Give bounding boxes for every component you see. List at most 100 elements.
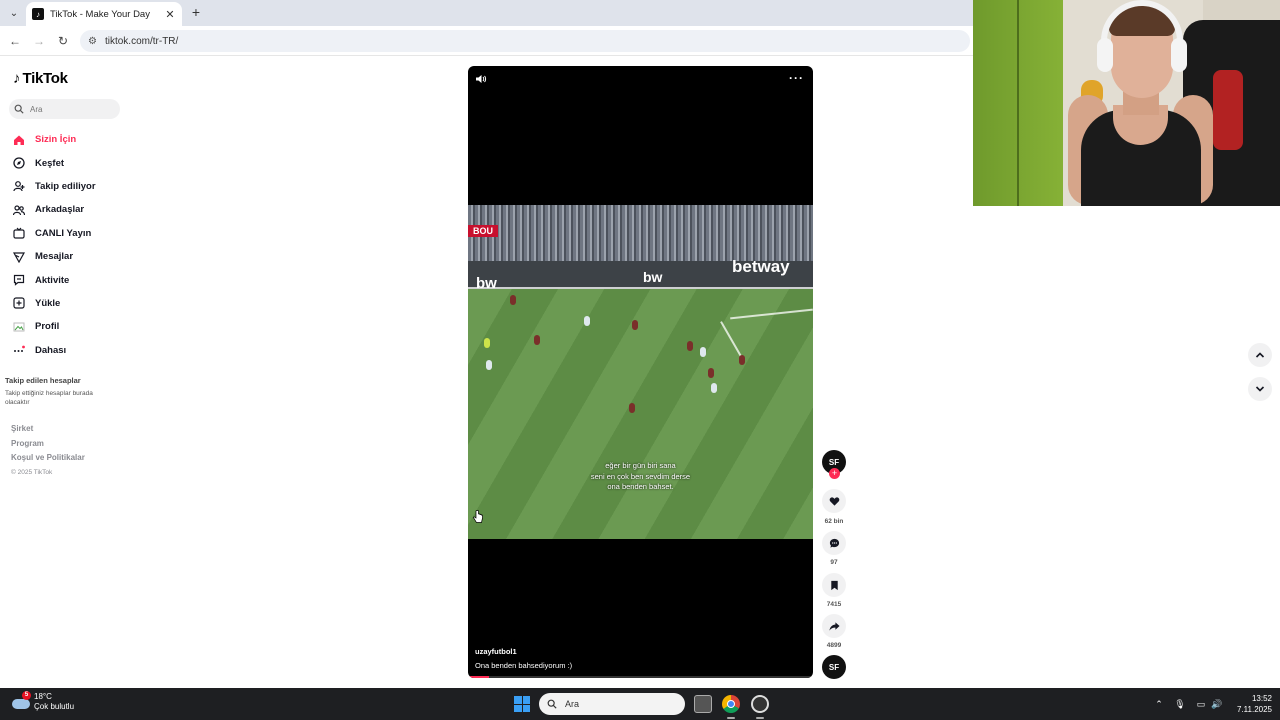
sidebar-item-label: Dahası (35, 344, 67, 356)
speaker-icon[interactable]: 🔊 (1211, 698, 1223, 710)
new-tab-icon[interactable]: + (188, 4, 204, 20)
obs-icon[interactable] (751, 695, 769, 713)
file-explorer-icon[interactable] (694, 695, 712, 713)
sidebar-footer: Şirket Program Koşul ve Politikalar © 20… (11, 424, 85, 476)
sidebar-item-live[interactable]: CANLI Yayın (12, 222, 132, 245)
search-icon (547, 699, 557, 709)
search-input[interactable] (30, 104, 110, 114)
sidebar-item-upload[interactable]: Yükle (12, 292, 132, 315)
video-more-icon[interactable]: ··· (789, 71, 804, 85)
next-video-button[interactable] (1248, 377, 1272, 401)
chrome-center (727, 700, 735, 708)
sidebar-item-more[interactable]: Dahası (12, 339, 132, 362)
sidebar-item-label: Sizin İçin (35, 134, 77, 146)
sidebar-item-messages[interactable]: Mesajlar (12, 245, 132, 268)
activity-icon (12, 273, 26, 287)
player (510, 295, 516, 305)
tab-close-icon[interactable]: ✕ (164, 8, 176, 21)
followed-accounts-description: Takip ettiğiniz hesaplar burada olacaktı… (5, 390, 93, 406)
footer-link-program[interactable]: Program (11, 439, 85, 454)
tab-title: TikTok - Make Your Day (50, 8, 150, 20)
tiktok-favicon-icon: ♪ (32, 8, 44, 20)
live-icon (12, 226, 26, 240)
sidebar-item-label: Aktivite (35, 274, 70, 286)
hoarding-text-3: betway (732, 257, 790, 276)
taskbar: 5 18°C Çok bulutlu Ara ⌃ 🎙 ▭ 🔊 13:52 7.1… (0, 688, 1280, 720)
webcam-cabinet (973, 0, 1063, 206)
share-count: 4899 (826, 642, 842, 649)
cloud-icon: 5 (12, 691, 31, 709)
sidebar-item-following[interactable]: Takip ediliyor (12, 175, 132, 198)
footer-link-terms[interactable]: Koşul ve Politikalar (11, 453, 85, 468)
player (486, 360, 492, 370)
player (534, 335, 540, 345)
comment-button[interactable] (822, 531, 846, 555)
weather-temperature: 18°C (34, 692, 52, 701)
tray-overflow-chevron-icon[interactable]: ⌃ (1153, 698, 1165, 710)
send-icon (12, 250, 26, 264)
video-progress-bar[interactable] (468, 676, 813, 678)
network-icon[interactable]: ▭ (1195, 698, 1207, 710)
tiktok-logo[interactable]: ♪ TikTok (13, 70, 68, 87)
more-dots-icon (12, 343, 26, 357)
video-progress-fill (468, 676, 489, 678)
player (484, 338, 490, 348)
subtitle-line: seni en çok ben sevdim derse (590, 471, 691, 481)
chrome-icon[interactable] (722, 695, 740, 713)
sidebar-item-activity[interactable]: Aktivite (12, 268, 132, 291)
forward-arrow-icon[interactable]: → (31, 33, 47, 49)
search-box[interactable] (9, 99, 120, 119)
share-arrow-icon (828, 621, 840, 631)
weather-description: Çok bulutlu (34, 702, 75, 711)
team-badge: BOU (468, 225, 498, 237)
upload-icon (12, 296, 26, 310)
box-side-line (720, 321, 742, 357)
webcam-overlay (973, 0, 1280, 206)
video-username[interactable]: uzayfutbol1 (475, 647, 517, 656)
reload-icon[interactable]: ↻ (55, 33, 71, 49)
volume-icon[interactable] (475, 73, 487, 85)
sidebar-item-label: Keşfet (35, 157, 65, 169)
weather-widget[interactable]: 5 18°C Çok bulutlu (12, 691, 75, 712)
home-icon (12, 133, 26, 147)
music-disc[interactable]: SF (822, 655, 846, 679)
ad-hoarding: bw bw betway (468, 257, 813, 292)
subtitle-line: ona benden bahset. (607, 482, 674, 491)
webcam-earcup-right (1171, 38, 1187, 72)
windows-start-icon[interactable] (514, 696, 530, 712)
search-icon (14, 104, 24, 114)
footer-link-company[interactable]: Şirket (11, 424, 85, 439)
sidebar-item-label: Takip ediliyor (35, 180, 96, 192)
back-arrow-icon[interactable]: ← (7, 33, 23, 49)
tab-search-chevron-icon[interactable]: ⌄ (6, 5, 22, 21)
share-button[interactable] (822, 614, 846, 638)
sidebar-item-profile[interactable]: Profil (12, 315, 132, 338)
sidebar-item-friends[interactable]: Arkadaşlar (12, 198, 132, 221)
copyright: © 2025 TikTok (11, 468, 53, 476)
start-tile (514, 704, 522, 712)
bookmark-icon (830, 580, 838, 590)
taskbar-clock[interactable]: 13:52 7.11.2025 (1230, 693, 1272, 715)
site-settings-icon[interactable]: ⚙ (88, 36, 97, 47)
sidebar-item-label: CANLI Yayın (35, 227, 92, 239)
hand-cursor-icon (473, 510, 483, 523)
compass-icon (12, 156, 26, 170)
tiktok-note-icon: ♪ (13, 70, 21, 87)
screen: ⌄ ♪ TikTok - Make Your Day ✕ + ← → ↻ ⚙ t… (0, 0, 1280, 720)
browser-toolbar: ← → ↻ ⚙ tiktok.com/tr-TR/ (0, 26, 974, 56)
microphone-icon[interactable]: 🎙 (1174, 698, 1186, 710)
previous-video-button[interactable] (1248, 343, 1272, 367)
taskbar-search[interactable]: Ara (539, 693, 685, 715)
browser-tab[interactable]: ♪ TikTok - Make Your Day ✕ (26, 2, 182, 26)
bookmark-button[interactable] (822, 573, 846, 597)
follow-plus-icon[interactable]: + (829, 468, 840, 479)
video-frame: BOU bw bw betway eğer bir gün biri sana (468, 205, 813, 539)
clock-time: 13:52 (1251, 694, 1272, 703)
sidebar-item-explore[interactable]: Keşfet (12, 151, 132, 174)
video-player[interactable]: ··· BOU bw bw betway eğer bir gün biri s… (468, 66, 813, 678)
like-button[interactable] (822, 489, 846, 513)
follow-user-icon (12, 179, 26, 193)
address-bar[interactable]: ⚙ tiktok.com/tr-TR/ (80, 30, 970, 52)
sidebar-item-for-you[interactable]: Sizin İçin (12, 128, 132, 151)
box-line (730, 308, 813, 320)
